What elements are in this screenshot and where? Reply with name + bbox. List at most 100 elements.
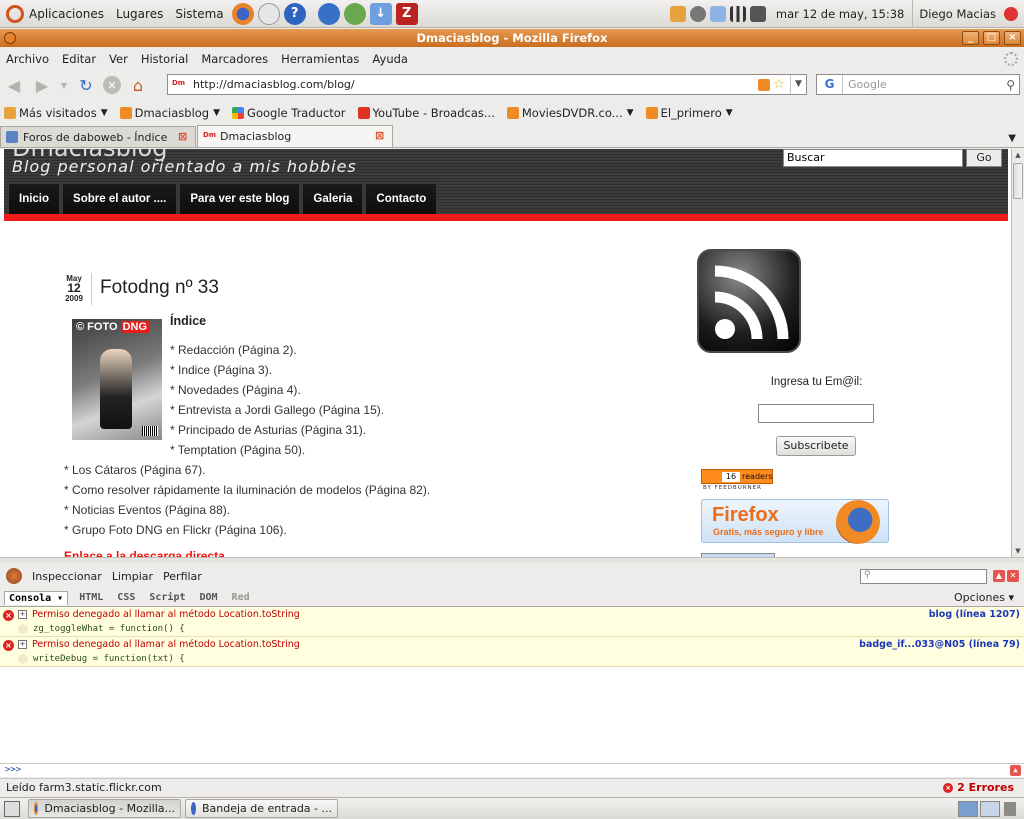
places-menu[interactable]: Lugares xyxy=(110,0,169,28)
expand-icon[interactable]: + xyxy=(18,640,27,649)
post-title[interactable]: Fotodng nº 33 xyxy=(100,277,219,299)
page-scrollbar[interactable]: ▲ ▼ xyxy=(1011,149,1024,557)
email-field[interactable] xyxy=(758,404,874,423)
volume-icon[interactable] xyxy=(749,5,766,22)
reload-button[interactable]: ↻ xyxy=(75,74,97,96)
error-count-indicator[interactable]: × 2 Errores xyxy=(943,781,1014,794)
window-titlebar[interactable]: Dmaciasblog - Mozilla Firefox _ □ × xyxy=(0,29,1024,47)
search-icon[interactable]: ⚲ xyxy=(1006,78,1015,92)
inspect-button[interactable]: Inspeccionar xyxy=(32,570,102,583)
clear-button[interactable]: Limpiar xyxy=(112,570,153,583)
magazine-cover-image[interactable]: © FOTO DNG xyxy=(72,319,162,440)
breakpoint-toggle-icon[interactable] xyxy=(18,654,28,664)
close-tab-icon[interactable]: ⊠ xyxy=(375,130,386,141)
nav-para-ver-este-blog[interactable]: Para ver este blog xyxy=(179,183,301,214)
show-desktop-icon[interactable] xyxy=(4,800,20,817)
taskbar-item-firefox[interactable]: Dmaciasblog - Mozilla... xyxy=(28,799,181,818)
bookmark-mas-visitados[interactable]: Más visitados ▼ xyxy=(4,106,108,120)
scrollbar-thumb[interactable] xyxy=(1013,163,1023,199)
pidgin-launcher-icon[interactable] xyxy=(317,2,340,25)
close-tab-icon[interactable]: ⊠ xyxy=(178,131,189,142)
tab-html[interactable]: HTML xyxy=(79,592,103,603)
tab-script[interactable]: Script xyxy=(149,592,185,603)
rss-feed-icon[interactable] xyxy=(758,78,770,91)
menu-ver[interactable]: Ver xyxy=(109,52,128,66)
error-source-link[interactable]: badge_if...033@N05 (línea 79) xyxy=(859,639,1020,650)
network-icon[interactable] xyxy=(729,5,746,22)
workspace-1[interactable] xyxy=(958,800,978,817)
user-menu[interactable]: Diego Macias xyxy=(912,0,1002,28)
help-launcher-icon[interactable]: ? xyxy=(283,2,306,25)
search-placeholder[interactable]: Google xyxy=(848,78,887,91)
tab-dmaciasblog[interactable]: Dm Dmaciasblog ⊠ xyxy=(197,125,393,147)
blog-search-input[interactable]: Buscar xyxy=(783,149,963,167)
applications-menu[interactable]: Aplicaciones xyxy=(0,0,110,28)
tab-foros-daboweb[interactable]: Foros de daboweb - Índice ⊠ xyxy=(0,126,196,147)
notification-icon[interactable] xyxy=(669,5,686,22)
window-menu-icon[interactable] xyxy=(4,32,16,44)
bookmark-el-primero[interactable]: El_primero ▼ xyxy=(645,106,733,120)
filezilla-launcher-icon[interactable]: Z xyxy=(395,2,418,25)
breakpoint-toggle-icon[interactable] xyxy=(18,624,28,634)
clock[interactable]: mar 12 de may, 15:38 xyxy=(768,7,912,21)
expand-icon[interactable]: + xyxy=(18,610,27,619)
firebug-bug-icon[interactable] xyxy=(6,568,22,584)
url-text[interactable]: http://dmaciasblog.com/blog/ xyxy=(193,78,355,91)
power-icon[interactable] xyxy=(1004,6,1018,21)
firefox-launcher-icon[interactable] xyxy=(231,2,254,25)
history-dropdown-icon[interactable]: ▼ xyxy=(59,74,69,96)
tab-css[interactable]: CSS xyxy=(117,592,135,603)
subscribe-button[interactable]: Subscribete xyxy=(776,436,856,456)
system-menu[interactable]: Sistema xyxy=(169,0,229,28)
page-viewport[interactable]: Dmaciasblog Blog personal orientado a mi… xyxy=(0,149,1011,557)
menu-ayuda[interactable]: Ayuda xyxy=(372,52,408,66)
contacts-launcher-icon[interactable] xyxy=(343,2,366,25)
download-launcher-icon[interactable]: ↓ xyxy=(369,2,392,25)
feedburner-badge[interactable]: 16 readers xyxy=(701,469,773,484)
user-status-icon[interactable] xyxy=(689,5,706,22)
bookmark-dmaciasblog[interactable]: Dmaciasblog ▼ xyxy=(119,106,220,120)
menu-marcadores[interactable]: Marcadores xyxy=(201,52,268,66)
nav-sobre-el-autor[interactable]: Sobre el autor .... xyxy=(62,183,178,214)
close-button[interactable]: × xyxy=(1004,31,1021,45)
profile-button[interactable]: Perfilar xyxy=(163,570,202,583)
menu-herramientas[interactable]: Herramientas xyxy=(281,52,359,66)
firefox-banner[interactable]: Firefox Gratis, más seguro y libre xyxy=(701,499,889,544)
menu-editar[interactable]: Editar xyxy=(62,52,96,66)
nav-inicio[interactable]: Inicio xyxy=(8,183,61,214)
trash-icon[interactable] xyxy=(1004,801,1016,816)
workspace-2[interactable] xyxy=(980,800,1000,817)
all-tabs-dropdown-icon[interactable]: ▼ xyxy=(1008,133,1016,144)
nav-contacto[interactable]: Contacto xyxy=(365,183,438,214)
back-button[interactable]: ◀ xyxy=(3,74,25,96)
update-icon[interactable] xyxy=(709,5,726,22)
tab-dom[interactable]: DOM xyxy=(199,592,217,603)
menu-archivo[interactable]: Archivo xyxy=(6,52,49,66)
maximize-button[interactable]: □ xyxy=(983,31,1000,45)
blog-search-button[interactable]: Go xyxy=(966,149,1002,167)
url-history-dropdown-icon[interactable]: ▼ xyxy=(790,75,806,94)
taskbar-item-mail[interactable]: Bandeja de entrada - ... xyxy=(185,799,338,818)
tab-red[interactable]: Red xyxy=(232,592,250,603)
forward-button[interactable]: ▶ xyxy=(31,74,53,96)
mail-launcher-icon[interactable] xyxy=(257,2,280,25)
search-engine-icon[interactable]: G xyxy=(817,75,843,94)
nav-galeria[interactable]: Galeria xyxy=(302,183,364,214)
stop-button[interactable]: ✕ xyxy=(103,76,121,94)
firebug-options-menu[interactable]: Opciones ▾ xyxy=(954,591,1014,604)
bookmark-youtube[interactable]: YouTube - Broadcas... xyxy=(357,106,495,120)
url-bar[interactable]: Dm http://dmaciasblog.com/blog/ ☆ ▼ xyxy=(167,74,807,95)
bookmark-moviesdvdr[interactable]: MoviesDVDR.co... ▼ xyxy=(506,106,634,120)
scroll-down-icon[interactable]: ▼ xyxy=(1012,545,1024,557)
scroll-up-icon[interactable]: ▲ xyxy=(1012,149,1024,161)
minimize-button[interactable]: _ xyxy=(962,31,979,45)
search-box[interactable]: G Google ⚲ xyxy=(816,74,1020,95)
console-error-row[interactable]: × + Permiso denegado al llamar al método… xyxy=(0,607,1024,637)
bookmark-google-traductor[interactable]: Google Traductor xyxy=(232,106,346,120)
firebug-command-line[interactable]: >>> ▲ xyxy=(0,763,1024,777)
home-button[interactable]: ⌂ xyxy=(127,74,149,96)
bookmark-star-icon[interactable]: ☆ xyxy=(773,77,786,92)
firebug-close-icon[interactable]: ✕ xyxy=(1007,570,1019,582)
tab-consola[interactable]: Consola ▾ xyxy=(4,590,69,605)
firebug-detach-icon[interactable]: ▲ xyxy=(993,570,1005,582)
